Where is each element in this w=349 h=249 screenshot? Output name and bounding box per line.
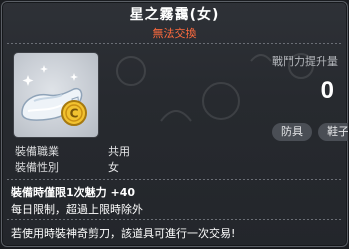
divider bbox=[7, 219, 342, 220]
attribute-label-gender: 裝備性別 bbox=[15, 161, 59, 174]
item-name: 星之霧靄(女) bbox=[129, 7, 220, 23]
effect-daily-limit: 每日限制，超過上限時除外 bbox=[11, 203, 143, 216]
combat-power-value: 0 bbox=[320, 77, 334, 104]
effect-note: 若使用時裝神奇剪刀，該道具可進行一次交易! bbox=[11, 227, 236, 240]
combat-power-label: 戰鬥力提升量 bbox=[272, 55, 338, 68]
effect-bonus: 裝備時僅限1次魅力 +40 bbox=[11, 186, 136, 199]
tag-shoes: 鞋子 bbox=[318, 123, 348, 141]
attribute-value-gender: 女 bbox=[108, 161, 119, 174]
attribute-value-job: 共用 bbox=[108, 145, 130, 158]
glass-slipper-icon: C bbox=[21, 65, 87, 126]
trade-status: 無法交換 bbox=[152, 27, 197, 40]
svg-text:C: C bbox=[70, 107, 79, 121]
item-icon-frame: C bbox=[14, 53, 98, 137]
attribute-label-job: 裝備職業 bbox=[15, 145, 59, 158]
item-tooltip: 星之霧靄(女) 無法交換 C 戰鬥力提升量 0 防具 鞋子 裝備職業 共用 裝備… bbox=[1, 1, 348, 247]
divider bbox=[7, 179, 342, 180]
tag-armor: 防具 bbox=[272, 123, 312, 141]
